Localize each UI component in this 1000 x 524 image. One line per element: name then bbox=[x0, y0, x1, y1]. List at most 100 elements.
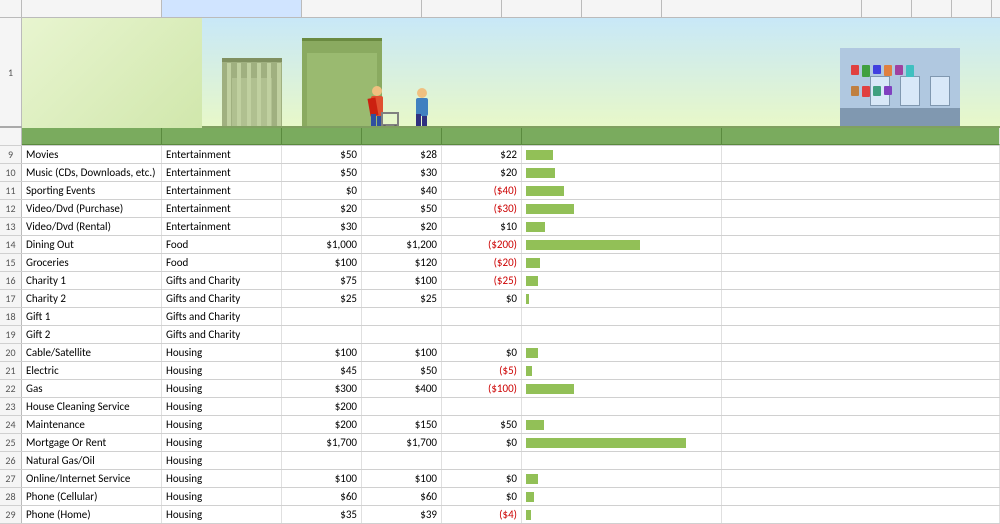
cell-description[interactable]: Phone (Cellular) bbox=[22, 488, 162, 505]
cell-category: Housing bbox=[162, 506, 282, 523]
cell-bar-chart bbox=[522, 452, 722, 469]
col-header-b[interactable] bbox=[162, 0, 302, 17]
cell-difference: ($20) bbox=[442, 254, 522, 271]
col-header-k[interactable] bbox=[992, 0, 1000, 17]
cell-bar-chart bbox=[522, 326, 722, 343]
cell-description[interactable]: Video/Dvd (Purchase) bbox=[22, 200, 162, 217]
data-rows-container: 9 Movies Entertainment $50 $28 $22 10 Mu… bbox=[0, 146, 1000, 524]
cell-difference bbox=[442, 452, 522, 469]
cell-actual-cost bbox=[362, 326, 442, 343]
cell-empty bbox=[722, 272, 1000, 289]
cell-description[interactable]: Charity 1 bbox=[22, 272, 162, 289]
cell-empty bbox=[722, 362, 1000, 379]
cell-difference: $0 bbox=[442, 470, 522, 487]
cell-projected-cost: $45 bbox=[282, 362, 362, 379]
col-header-j[interactable] bbox=[952, 0, 992, 17]
table-row: 15 Groceries Food $100 $120 ($20) bbox=[0, 254, 1000, 272]
row-number: 11 bbox=[0, 182, 22, 199]
cell-description[interactable]: Music (CDs, Downloads, etc.) bbox=[22, 164, 162, 181]
cell-projected-cost: $1,000 bbox=[282, 236, 362, 253]
row-number: 14 bbox=[0, 236, 22, 253]
cell-actual-cost: $100 bbox=[362, 272, 442, 289]
cell-projected-cost: $1,700 bbox=[282, 434, 362, 451]
cell-description[interactable]: Online/Internet Service bbox=[22, 470, 162, 487]
cell-description[interactable]: House Cleaning Service bbox=[22, 398, 162, 415]
row-number: 22 bbox=[0, 380, 22, 397]
cell-description[interactable]: Dining Out bbox=[22, 236, 162, 253]
cell-actual-cost: $1,700 bbox=[362, 434, 442, 451]
row-number: 18 bbox=[0, 308, 22, 325]
cell-empty bbox=[722, 452, 1000, 469]
cell-projected-cost: $50 bbox=[282, 146, 362, 163]
cell-projected-cost: $20 bbox=[282, 200, 362, 217]
cell-empty bbox=[722, 506, 1000, 523]
cell-category: Housing bbox=[162, 362, 282, 379]
cell-bar-chart bbox=[522, 236, 722, 253]
cell-projected-cost bbox=[282, 452, 362, 469]
table-row: 14 Dining Out Food $1,000 $1,200 ($200) bbox=[0, 236, 1000, 254]
cell-description[interactable]: Charity 2 bbox=[22, 290, 162, 307]
cell-description[interactable]: Natural Gas/Oil bbox=[22, 452, 162, 469]
header-difference bbox=[442, 128, 522, 145]
col-header-f[interactable] bbox=[582, 0, 662, 17]
cell-projected-cost: $25 bbox=[282, 290, 362, 307]
col-header-c[interactable] bbox=[302, 0, 422, 17]
cell-projected-cost: $200 bbox=[282, 416, 362, 433]
cell-bar-chart bbox=[522, 380, 722, 397]
cell-description[interactable]: Electric bbox=[22, 362, 162, 379]
cell-description[interactable]: Gift 2 bbox=[22, 326, 162, 343]
table-row: 23 House Cleaning Service Housing $200 bbox=[0, 398, 1000, 416]
cell-projected-cost: $0 bbox=[282, 182, 362, 199]
cell-description[interactable]: Sporting Events bbox=[22, 182, 162, 199]
cell-difference: $0 bbox=[442, 434, 522, 451]
cell-difference: ($4) bbox=[442, 506, 522, 523]
banner-cell bbox=[22, 18, 1000, 128]
row-num-2 bbox=[0, 128, 22, 145]
cell-empty bbox=[722, 200, 1000, 217]
table-row: 19 Gift 2 Gifts and Charity bbox=[0, 326, 1000, 344]
cell-description[interactable]: Video/Dvd (Rental) bbox=[22, 218, 162, 235]
row-number: 9 bbox=[0, 146, 22, 163]
table-row: 27 Online/Internet Service Housing $100 … bbox=[0, 470, 1000, 488]
cell-bar-chart bbox=[522, 362, 722, 379]
cell-difference: ($30) bbox=[442, 200, 522, 217]
cell-description[interactable]: Maintenance bbox=[22, 416, 162, 433]
cell-description[interactable]: Phone (Home) bbox=[22, 506, 162, 523]
cell-description[interactable]: Cable/Satellite bbox=[22, 344, 162, 361]
table-row: 17 Charity 2 Gifts and Charity $25 $25 $… bbox=[0, 290, 1000, 308]
row-number: 26 bbox=[0, 452, 22, 469]
cell-description[interactable]: Movies bbox=[22, 146, 162, 163]
row-number: 23 bbox=[0, 398, 22, 415]
row-number: 24 bbox=[0, 416, 22, 433]
cell-empty bbox=[722, 416, 1000, 433]
row-number: 25 bbox=[0, 434, 22, 451]
table-row: 24 Maintenance Housing $200 $150 $50 bbox=[0, 416, 1000, 434]
column-headers bbox=[0, 0, 1000, 18]
col-header-d[interactable] bbox=[422, 0, 502, 17]
cell-bar-chart bbox=[522, 164, 722, 181]
table-row: 29 Phone (Home) Housing $35 $39 ($4) bbox=[0, 506, 1000, 524]
cell-difference: $20 bbox=[442, 164, 522, 181]
cell-description[interactable]: Groceries bbox=[22, 254, 162, 271]
cell-actual-cost: $40 bbox=[362, 182, 442, 199]
col-header-i[interactable] bbox=[912, 0, 952, 17]
col-header-g[interactable] bbox=[662, 0, 862, 17]
cell-bar-chart bbox=[522, 146, 722, 163]
header-category bbox=[162, 128, 282, 145]
col-header-e[interactable] bbox=[502, 0, 582, 17]
cell-actual-cost: $50 bbox=[362, 200, 442, 217]
cell-actual-cost: $30 bbox=[362, 164, 442, 181]
col-header-a[interactable] bbox=[22, 0, 162, 17]
cell-description[interactable]: Gas bbox=[22, 380, 162, 397]
cell-actual-cost bbox=[362, 452, 442, 469]
cell-description[interactable]: Gift 1 bbox=[22, 308, 162, 325]
cell-projected-cost bbox=[282, 308, 362, 325]
cell-empty bbox=[722, 434, 1000, 451]
cell-empty bbox=[722, 326, 1000, 343]
row-number: 27 bbox=[0, 470, 22, 487]
cell-description[interactable]: Mortgage Or Rent bbox=[22, 434, 162, 451]
col-header-h[interactable] bbox=[862, 0, 912, 17]
header-empty bbox=[722, 128, 1000, 145]
cell-difference: ($25) bbox=[442, 272, 522, 289]
banner-row: 1 bbox=[0, 18, 1000, 128]
